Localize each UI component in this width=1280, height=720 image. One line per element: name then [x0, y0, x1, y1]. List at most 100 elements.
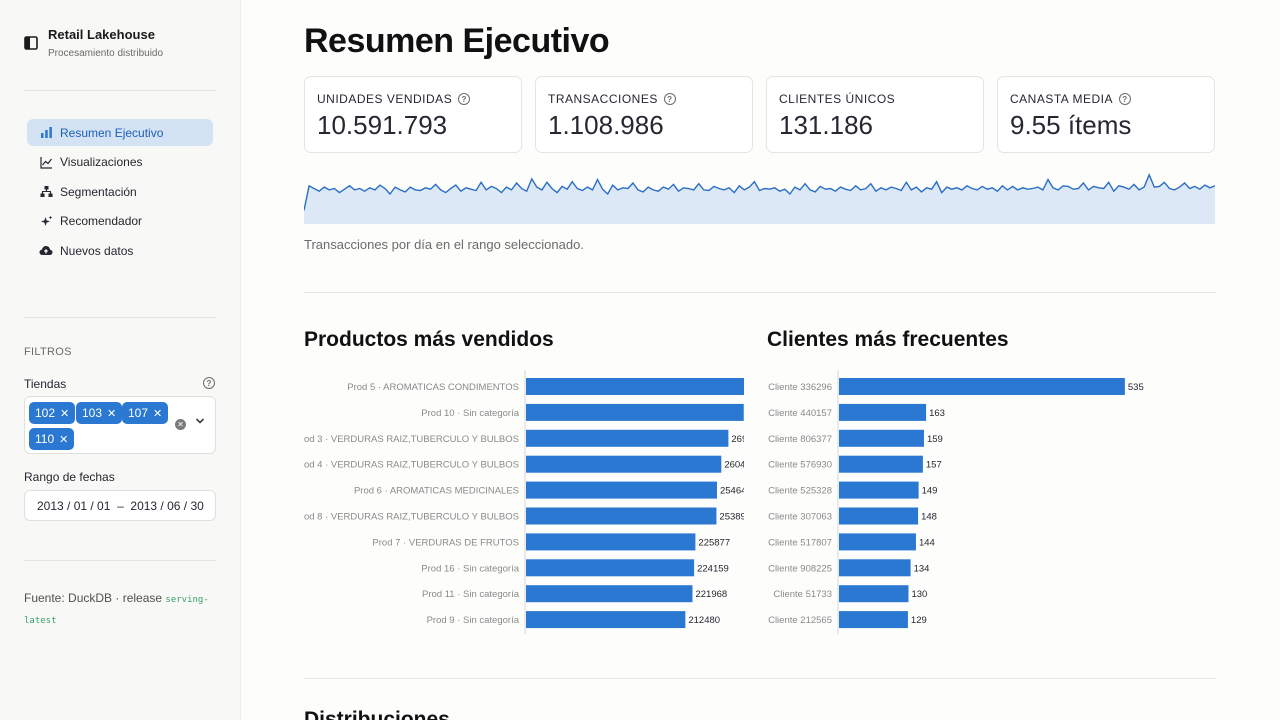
client-bar	[839, 585, 909, 603]
distributions-title: Distribuciones	[304, 708, 450, 720]
sidebar-divider	[24, 560, 216, 561]
bar-chart-icon	[39, 126, 53, 140]
sidebar-nav: Resumen Ejecutivo Visualizaciones Segmen…	[27, 119, 213, 267]
client-value-label: 535	[1128, 382, 1144, 393]
client-bar	[839, 507, 919, 525]
client-tick-label: Cliente 806377	[768, 434, 832, 445]
store-chip-label: 110	[35, 432, 55, 446]
chevron-down-icon[interactable]	[195, 417, 205, 428]
client-value-label: 129	[911, 615, 927, 626]
nav-item-label: Nuevos datos	[60, 243, 134, 258]
top-products-chart: Prod 5 · AROMATICAS CONDIMENTOS300526Pro…	[304, 370, 744, 634]
metric-label: TRANSACCIONES ?	[548, 92, 740, 106]
sidebar-panel-icon[interactable]	[24, 36, 38, 50]
close-icon[interactable]: ✕	[60, 407, 69, 420]
product-value-label: 269855	[731, 434, 744, 445]
nav-item-visualizaciones[interactable]: Visualizaciones	[27, 149, 213, 176]
section-divider	[304, 292, 1216, 293]
product-bar	[526, 585, 693, 603]
store-chip[interactable]: 102 ✕	[29, 402, 76, 424]
product-value-label: 260418	[724, 460, 744, 471]
data-source-text: Fuente: DuckDB · release	[24, 591, 163, 605]
product-tick-label: Prod 9 · Sin categoría	[427, 615, 520, 626]
client-bar	[839, 611, 908, 629]
metric-value: 1.108.986	[548, 110, 664, 140]
help-icon[interactable]: ?	[663, 93, 676, 105]
close-icon[interactable]: ✕	[107, 407, 116, 420]
product-value-label: 212480	[688, 615, 720, 626]
nav-item-segmentacion[interactable]: Segmentación	[27, 178, 213, 205]
metric-card-units: UNIDADES VENDIDAS ? 10.591.793	[304, 76, 522, 153]
product-tick-label: Prod 16 · Sin categoría	[421, 563, 519, 574]
client-tick-label: Cliente 212565	[768, 615, 832, 626]
sparkline-area	[304, 174, 1215, 224]
client-bar	[839, 455, 923, 473]
top-clients-chart: Cliente 336296 535 Cliente 440157 163 Client…	[768, 370, 1144, 634]
client-tick-label: Cliente 51733	[773, 589, 832, 600]
product-value-label: 253899	[719, 512, 744, 523]
help-icon[interactable]: ?	[203, 377, 215, 389]
brand-title: Retail Lakehouse	[48, 27, 155, 42]
client-bar	[839, 378, 1125, 395]
store-chip[interactable]: 103 ✕	[76, 402, 123, 424]
product-bar	[526, 559, 695, 577]
sidebar-divider	[24, 90, 216, 91]
client-bar	[839, 429, 924, 447]
product-bar	[526, 533, 696, 551]
client-tick-label: Cliente 336296	[768, 382, 832, 393]
product-bar	[526, 455, 722, 473]
clear-all-icon[interactable]: ✕	[175, 419, 186, 430]
help-icon[interactable]: ?	[458, 93, 471, 105]
client-value-label: 163	[929, 408, 945, 419]
nav-item-resumen-ejecutivo[interactable]: Resumen Ejecutivo	[27, 119, 213, 146]
nav-item-recomendador[interactable]: Recomendador	[27, 208, 213, 235]
product-tick-label: Prod 8 · VERDURAS RAIZ,TUBERCULO Y BULBO…	[304, 512, 519, 523]
product-tick-label: Prod 10 · Sin categoría	[421, 408, 519, 419]
client-tick-label: Cliente 307063	[768, 512, 832, 523]
client-tick-label: Cliente 517807	[768, 537, 832, 548]
sidebar: Retail Lakehouse Procesamiento distribui…	[0, 0, 241, 720]
metric-label-text: UNIDADES VENDIDAS	[317, 92, 453, 106]
store-chip-label: 107	[128, 406, 149, 420]
product-tick-label: Prod 11 · Sin categoría	[422, 589, 520, 600]
date-range-input[interactable]: 2013 / 01 / 01 – 2013 / 06 / 30	[24, 490, 216, 521]
nav-item-nuevos-datos[interactable]: Nuevos datos	[27, 237, 213, 264]
sparkle-icon	[39, 214, 53, 228]
product-value-label: 221968	[695, 589, 727, 600]
metric-card-unique-clients: CLIENTES ÚNICOS 131.186	[766, 76, 984, 153]
brand: Retail Lakehouse Procesamiento distribui…	[24, 28, 163, 59]
client-tick-label: Cliente 525328	[768, 486, 832, 497]
hierarchy-icon	[39, 185, 53, 199]
top-clients-title: Clientes más frecuentes	[767, 328, 1009, 351]
product-tick-label: Prod 3 · VERDURAS RAIZ,TUBERCULO Y BULBO…	[304, 434, 519, 445]
help-icon[interactable]: ?	[1118, 93, 1131, 105]
top-products-title: Productos más vendidos	[304, 328, 554, 351]
sparkline-caption: Transacciones por día en el rango selecc…	[304, 237, 584, 252]
client-tick-label: Cliente 440157	[768, 408, 832, 419]
product-tick-label: Prod 6 · AROMATICAS MEDICINALES	[354, 486, 519, 497]
client-value-label: 148	[921, 512, 937, 523]
metric-label-text: CLIENTES ÚNICOS	[779, 92, 896, 106]
close-icon[interactable]: ✕	[153, 407, 162, 420]
client-value-label: 149	[922, 486, 938, 497]
product-bar	[526, 481, 717, 499]
client-value-label: 130	[911, 589, 927, 600]
product-tick-label: Prod 5 · AROMATICAS CONDIMENTOS	[347, 382, 519, 393]
store-chip[interactable]: 110 ✕	[29, 428, 75, 450]
main-content: Resumen Ejecutivo UNIDADES VENDIDAS ? 10…	[241, 0, 1280, 720]
product-value-label: 254644	[720, 486, 744, 497]
store-chip-label: 102	[35, 406, 56, 420]
metric-value: 131.186	[779, 110, 873, 140]
close-icon[interactable]: ✕	[59, 433, 68, 446]
section-divider	[304, 678, 1216, 679]
metric-card-basket: CANASTA MEDIA ? 9.55 ítems	[997, 76, 1215, 153]
stores-multiselect[interactable]: 102 ✕ 103 ✕ 107 ✕ 110 ✕ ✕	[24, 396, 216, 454]
client-bar	[839, 481, 919, 499]
nav-item-label: Segmentación	[60, 184, 137, 199]
client-bar	[839, 403, 927, 421]
sidebar-divider	[24, 317, 216, 318]
client-tick-label: Cliente 908225	[768, 563, 832, 574]
client-bar	[839, 559, 911, 577]
metric-label-text: TRANSACCIONES	[548, 92, 658, 106]
store-chip[interactable]: 107 ✕	[122, 402, 169, 424]
